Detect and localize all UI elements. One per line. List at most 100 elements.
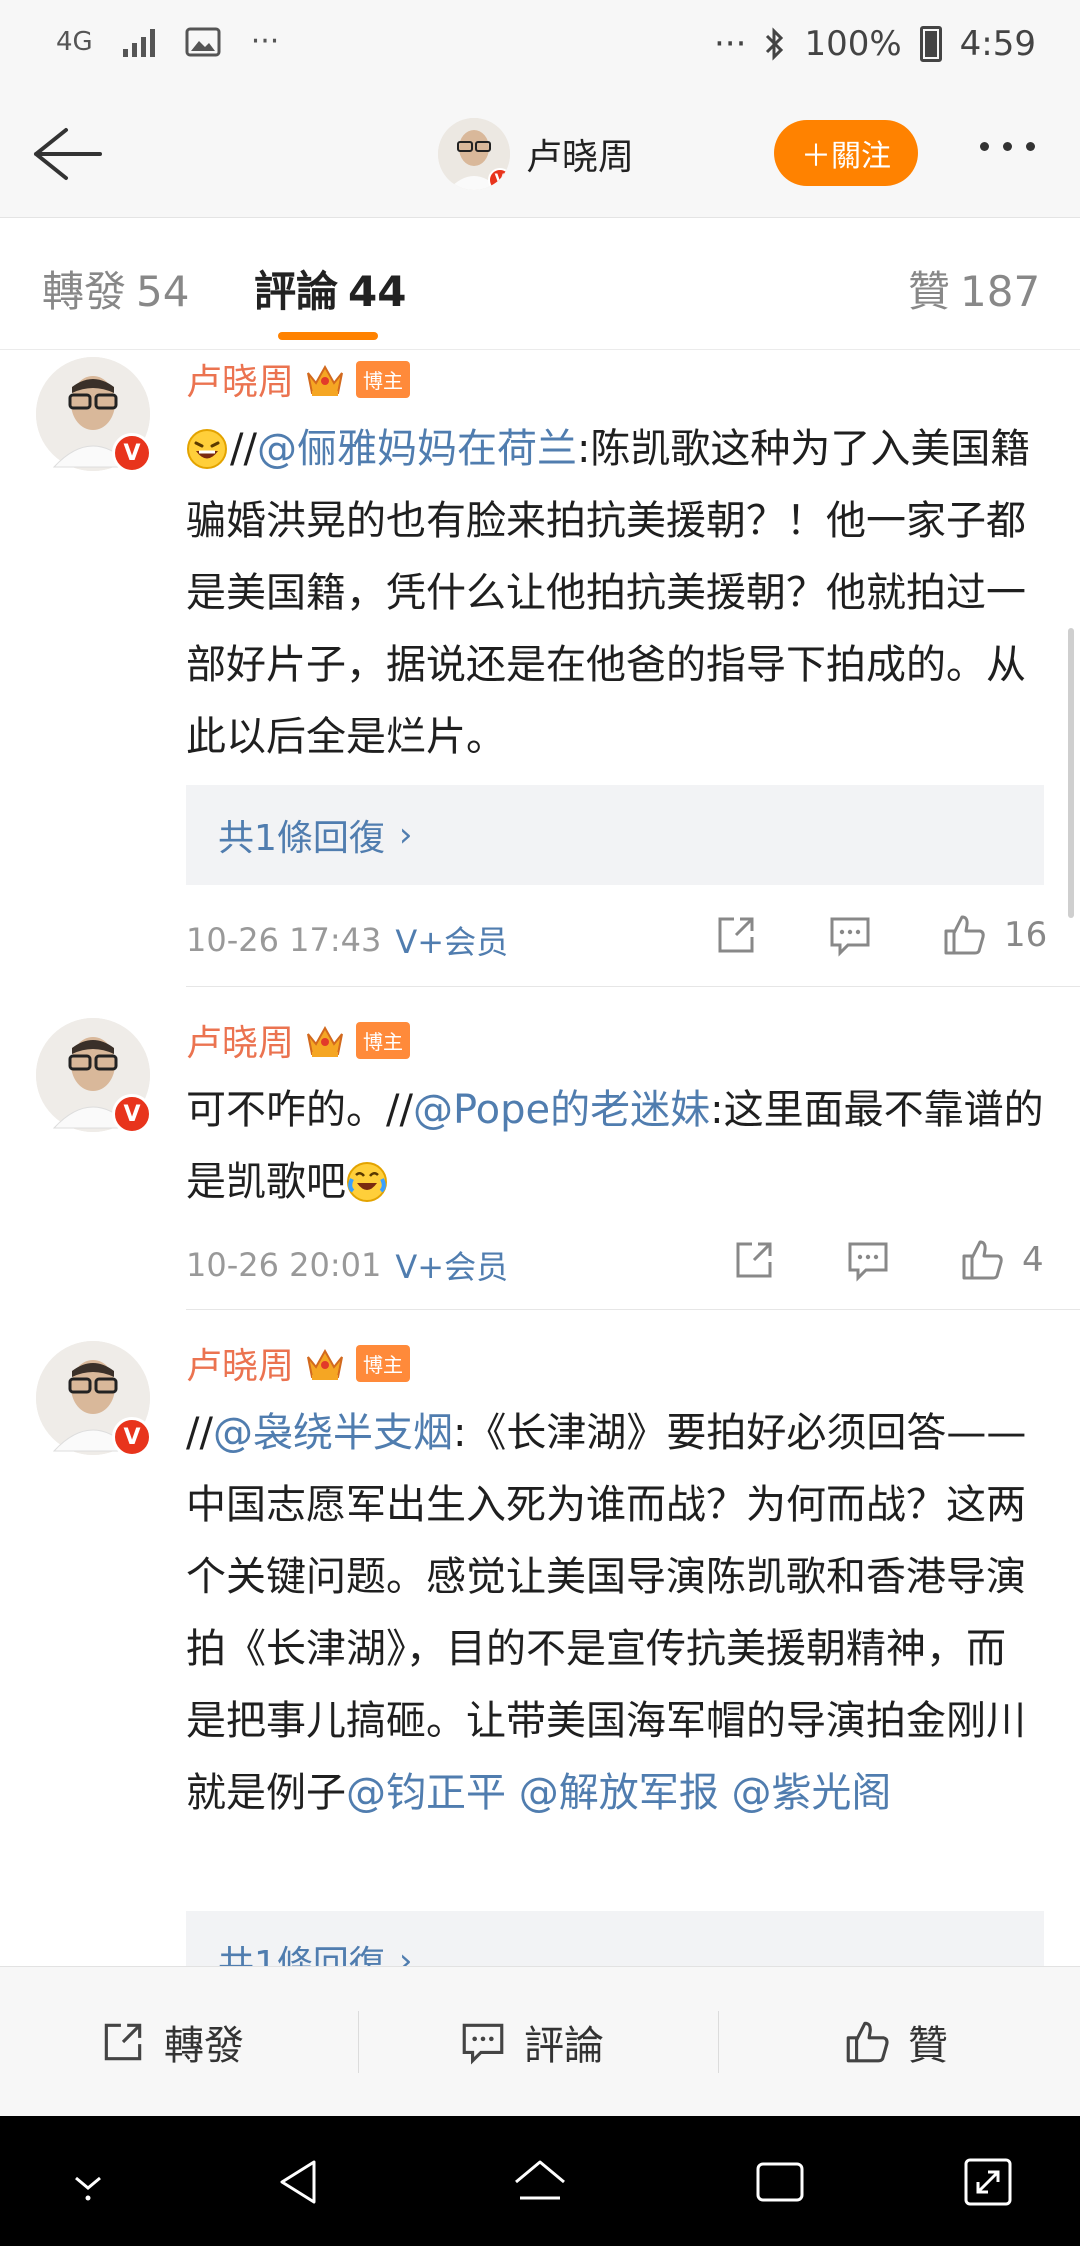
- repost-button[interactable]: 轉發: [98, 1967, 244, 2117]
- notification-overflow: ···: [250, 24, 280, 59]
- comment-prefix: //: [186, 1410, 213, 1456]
- header-title: 卢晓周: [526, 137, 635, 178]
- separator: [358, 2011, 359, 2073]
- comment-text: //@俪雅妈妈在荷兰:陈凯歌这种为了入美国籍骗婚洪晃的也有脸来拍抗美援朝？！他一…: [186, 413, 1044, 773]
- like-icon: [846, 2021, 889, 2063]
- tab-comments-count: 44: [348, 267, 407, 316]
- network-label: 4G: [56, 26, 93, 57]
- reply-icon[interactable]: [844, 1236, 892, 1284]
- tab-likes-count: 187: [960, 267, 1041, 316]
- back-icon[interactable]: [270, 2152, 330, 2212]
- comment-date: 10-26 17:43: [186, 921, 382, 959]
- comment-icon: [462, 2023, 504, 2065]
- comment-text: 可不咋的。//@Pope的老迷妹:这里面最不靠谱的是凯歌吧: [186, 1074, 1044, 1218]
- mention-link[interactable]: @袅绕半支烟: [213, 1410, 453, 1456]
- bluetooth-icon: [766, 27, 784, 61]
- verified-badge-icon: V: [112, 1094, 152, 1134]
- active-tab-indicator: [278, 332, 378, 340]
- like-count: 16: [1004, 915, 1048, 955]
- back-arrow-icon[interactable]: [28, 122, 104, 186]
- repost-label: 轉發: [164, 2023, 244, 2069]
- recent-apps-icon[interactable]: [750, 2152, 810, 2212]
- comment-divider: [186, 986, 1080, 987]
- tab-likes-label: 贊: [908, 267, 951, 316]
- clock: 4:59: [959, 24, 1036, 64]
- signal-icon: [122, 27, 155, 57]
- comment-avatar[interactable]: V: [36, 357, 152, 473]
- image-icon: [185, 27, 221, 56]
- hide-keyboard-icon[interactable]: [58, 2152, 118, 2212]
- comment-body: :《长津湖》要拍好必须回答——中国志愿军出生入死为谁而战？为何而战？这两个关键问…: [186, 1410, 1027, 1816]
- comment-avatar[interactable]: V: [36, 1341, 152, 1457]
- tab-comments[interactable]: 評論 44: [254, 258, 406, 319]
- like-count: 4: [1022, 1240, 1044, 1280]
- replies-button[interactable]: 共1條回復 ›: [186, 785, 1044, 885]
- laughing-emoji-icon: [187, 429, 227, 469]
- tab-comments-label: 評論: [254, 267, 339, 316]
- comment-author[interactable]: 卢晓周: [186, 353, 294, 405]
- comment-item: V 卢晓周 博主 //@俪雅妈妈在荷兰:陈凯歌这种为了入美国籍骗婚洪晃的也有脸来…: [0, 351, 1080, 987]
- chevron-right-icon: ›: [398, 815, 413, 855]
- mention-link[interactable]: @解放军报: [519, 1770, 719, 1816]
- status-bar: 4G ··· ··· 100% 4:59: [0, 0, 1080, 90]
- share-icon[interactable]: [712, 911, 760, 959]
- system-nav-bar: [0, 2116, 1080, 2246]
- follow-button[interactable]: ＋關注: [774, 120, 918, 186]
- tab-bar: 轉發 54 評論 44 贊 187: [0, 218, 1080, 350]
- repost-icon: [104, 2023, 142, 2061]
- chevron-right-icon: ›: [398, 1941, 413, 1966]
- like-button[interactable]: 贊: [842, 1967, 948, 2117]
- comment-avatar[interactable]: V: [36, 1018, 152, 1134]
- vip-label[interactable]: V+会员: [395, 1242, 508, 1288]
- separator: [718, 2011, 719, 2073]
- mention-link[interactable]: @紫光阁: [731, 1770, 891, 1816]
- battery-percent: 100%: [804, 24, 902, 64]
- crown-icon: [307, 364, 343, 396]
- mention-link[interactable]: @钧正平: [346, 1770, 506, 1816]
- like-label: 贊: [908, 2023, 948, 2069]
- tab-repost-label: 轉發: [42, 267, 127, 316]
- comment-button[interactable]: 評論: [458, 1967, 604, 2117]
- home-icon[interactable]: [510, 2152, 570, 2212]
- fullscreen-icon[interactable]: [958, 2152, 1018, 2212]
- comment-text: //@袅绕半支烟:《长津湖》要拍好必须回答——中国志愿军出生入死为谁而战？为何而…: [186, 1397, 1044, 1829]
- like-icon[interactable]: [940, 911, 988, 959]
- comment-date: 10-26 20:01: [186, 1246, 382, 1284]
- tab-likes[interactable]: 贊 187: [908, 258, 1040, 319]
- comment-author[interactable]: 卢晓周: [186, 1014, 294, 1066]
- crown-icon: [307, 1025, 343, 1057]
- scrollbar[interactable]: [1068, 628, 1074, 918]
- tab-repost[interactable]: 轉發 54: [42, 258, 189, 319]
- comment-prefix: //: [230, 426, 257, 472]
- reply-icon[interactable]: [826, 911, 874, 959]
- bottom-action-bar: 轉發 評論 贊: [0, 1966, 1080, 2116]
- verified-badge-icon: V: [112, 433, 152, 473]
- comment-body: :陈凯歌这种为了入美国籍骗婚洪晃的也有脸来拍抗美援朝？！他一家子都是美国籍，凭什…: [186, 426, 1031, 760]
- comment-author[interactable]: 卢晓周: [186, 1337, 294, 1389]
- replies-label: 共1條回復: [218, 818, 385, 859]
- comment-divider: [186, 1309, 1080, 1310]
- verified-badge-icon: V: [112, 1417, 152, 1457]
- mention-link[interactable]: @俪雅妈妈在荷兰: [257, 426, 577, 472]
- more-options-icon[interactable]: [980, 142, 1035, 151]
- battery-icon: [919, 26, 942, 62]
- tab-repost-count: 54: [136, 267, 190, 316]
- comment-item: V 卢晓周 博主 //@袅绕半支烟:《长津湖》要拍好必须回答——中国志愿军出生入…: [0, 1311, 1080, 1966]
- comment-item: V 卢晓周 博主 可不咋的。//@Pope的老迷妹:这里面最不靠谱的是凯歌吧 1…: [0, 988, 1080, 1310]
- crown-icon: [307, 1348, 343, 1380]
- author-badge: 博主: [356, 360, 411, 398]
- replies-button[interactable]: 共1條回復 ›: [186, 1911, 1044, 1966]
- author-badge: 博主: [356, 1021, 411, 1059]
- verified-badge-icon: V: [488, 168, 510, 190]
- share-icon[interactable]: [730, 1236, 778, 1284]
- laughing-crying-emoji-icon: [347, 1162, 387, 1202]
- author-badge: 博主: [356, 1344, 411, 1382]
- like-icon[interactable]: [958, 1236, 1006, 1284]
- app-header: V 卢晓周 ＋關注: [0, 90, 1080, 218]
- comment-label: 評論: [524, 2023, 604, 2069]
- header-avatar[interactable]: V: [438, 118, 510, 190]
- comment-prefix: 可不咋的。//: [186, 1087, 413, 1133]
- mention-link[interactable]: @Pope的老迷妹: [413, 1087, 710, 1133]
- replies-label: 共1條回復: [218, 1944, 385, 1966]
- vip-label[interactable]: V+会员: [395, 917, 508, 963]
